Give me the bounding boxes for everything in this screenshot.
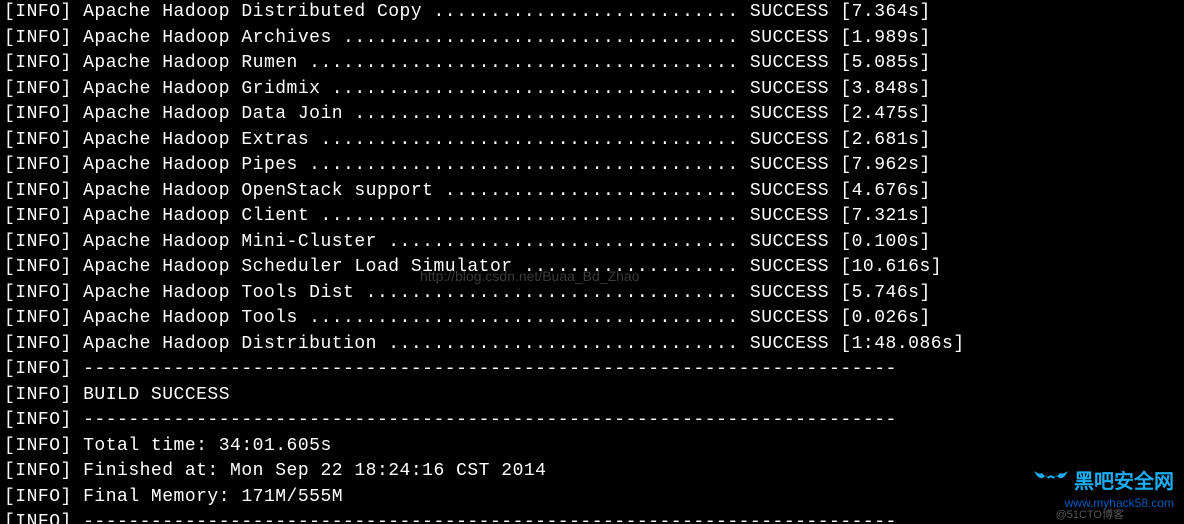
- terminal-output: [INFO] Apache Hadoop Distributed Copy ..…: [0, 0, 1184, 524]
